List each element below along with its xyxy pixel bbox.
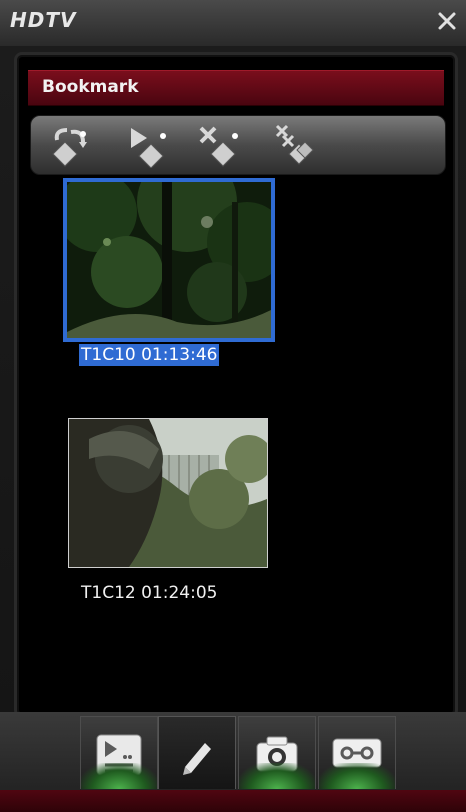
close-icon[interactable] <box>434 8 460 34</box>
bookmark-toolbar <box>30 115 446 175</box>
refresh-bookmark-icon[interactable] <box>43 122 95 168</box>
tab-edit[interactable] <box>158 716 236 789</box>
delete-all-bookmarks-icon[interactable] <box>271 122 323 168</box>
bookmark-list: T1C10 01:13:46 T1C12 01:24:05 <box>25 178 445 708</box>
bookmark-label: T1C10 01:13:46 <box>79 344 220 366</box>
title-bar: HDTV <box>0 0 466 46</box>
bookmark-label: T1C12 01:24:05 <box>81 583 218 603</box>
tab-playlist[interactable] <box>80 716 158 789</box>
delete-bookmark-icon[interactable] <box>195 122 247 168</box>
tab-snapshot[interactable] <box>238 716 316 789</box>
panel-header: Bookmark <box>28 70 444 106</box>
bookmark-item[interactable]: T1C10 01:13:46 <box>63 178 275 374</box>
tab-record[interactable] <box>318 716 396 789</box>
bookmark-thumbnail <box>68 418 268 568</box>
hdtv-window: HDTV Bookmark T1C10 01:13:46 T1C12 01:24… <box>0 0 466 812</box>
pen-icon <box>183 743 211 775</box>
panel-title: Bookmark <box>42 77 139 97</box>
bottom-strip <box>0 790 466 812</box>
bookmark-item[interactable]: T1C12 01:24:05 <box>63 418 275 608</box>
bookmark-thumbnail <box>63 178 275 342</box>
window-title: HDTV <box>10 8 77 32</box>
play-bookmark-icon[interactable] <box>123 122 175 168</box>
